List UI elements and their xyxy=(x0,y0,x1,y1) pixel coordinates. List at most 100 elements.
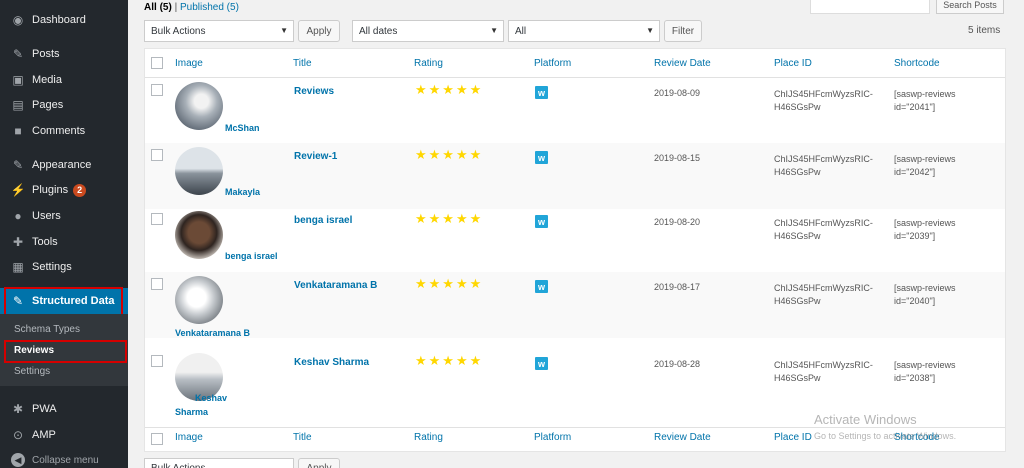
place-id: ChIJS45HFcmWyzsRIC- H46SGsPw xyxy=(774,283,873,306)
pages-icon: ▤ xyxy=(12,98,24,112)
dropdown-arrow-icon: ▼ xyxy=(646,26,654,35)
separator: | xyxy=(174,2,178,13)
shortcode: [saswp-reviews id="2042"] xyxy=(894,154,956,177)
sidebar-item-comments[interactable]: ■ Comments xyxy=(0,119,128,143)
select-all-checkbox[interactable] xyxy=(151,433,163,445)
review-author[interactable]: Venkataramana B xyxy=(175,328,250,338)
sidebar-item-appearance[interactable]: ✎ Appearance xyxy=(0,153,128,177)
platform-icon: w xyxy=(535,215,548,228)
table-row: McShan Reviews ★★★★★ w 2019-08-09 ChIJS4… xyxy=(145,78,1005,144)
collapse-menu-button[interactable]: ◀ Collapse menu xyxy=(0,450,128,468)
activate-windows-watermark: Activate Windows Go to Settings to activ… xyxy=(814,412,956,441)
sidebar-item-label: Users xyxy=(32,210,61,222)
search-input[interactable] xyxy=(810,0,930,14)
dropdown-arrow-icon: ▼ xyxy=(280,26,288,35)
dates-value: All dates xyxy=(359,25,398,37)
avatar xyxy=(175,82,223,130)
admin-sidebar: ◉ Dashboard ✎ Posts ▣ Media ▤ Pages ■ Co… xyxy=(0,0,128,468)
shortcode: [saswp-reviews id="2039"] xyxy=(894,218,956,241)
sidebar-item-settings[interactable]: ▦ Settings xyxy=(0,255,128,279)
review-date: 2019-08-09 xyxy=(654,88,701,98)
column-header-image[interactable]: Image xyxy=(175,49,203,77)
star-rating: ★★★★★ xyxy=(415,353,484,368)
column-header-title[interactable]: Title xyxy=(293,49,312,77)
avatar xyxy=(175,276,223,324)
status-filter-links: All (5) | Published (5) xyxy=(144,2,239,13)
column-footer-image[interactable]: Image xyxy=(175,432,203,443)
filter-published-link[interactable]: Published (5) xyxy=(180,2,239,13)
dates-select[interactable]: All dates ▼ xyxy=(352,20,504,42)
watermark-title: Activate Windows xyxy=(814,412,917,427)
place-id: ChIJS45HFcmWyzsRIC- H46SGsPw xyxy=(774,218,873,241)
review-title-link[interactable]: Venkataramana B xyxy=(294,280,377,291)
watermark-subtitle: Go to Settings to activate Windows. xyxy=(814,431,957,441)
bulk-actions-select[interactable]: Bulk Actions ▼ xyxy=(144,20,294,42)
review-author[interactable]: Sharma xyxy=(175,407,208,417)
place-id: ChIJS45HFcmWyzsRIC- H46SGsPw xyxy=(774,154,873,177)
sidebar-item-label: PWA xyxy=(32,403,57,415)
sidebar-item-pwa[interactable]: ✱ PWA xyxy=(0,397,128,421)
review-date: 2019-08-20 xyxy=(654,217,701,227)
filter-button[interactable]: Filter xyxy=(664,20,702,42)
sidebar-item-users[interactable]: ● Users xyxy=(0,204,128,228)
dropdown-arrow-icon: ▼ xyxy=(490,26,498,35)
column-footer-review-date[interactable]: Review Date xyxy=(654,432,711,443)
column-header-review-date[interactable]: Review Date xyxy=(654,49,711,77)
platform-select[interactable]: All ▼ xyxy=(508,20,660,42)
review-author[interactable]: McShan xyxy=(225,123,260,133)
review-title-link[interactable]: benga israel xyxy=(294,215,352,226)
review-title-link[interactable]: Reviews xyxy=(294,86,334,97)
items-count: 5 items xyxy=(968,25,1001,36)
apply-button-bottom[interactable]: Apply xyxy=(298,458,340,468)
shortcode: [saswp-reviews id="2040"] xyxy=(894,283,956,306)
table-row: Makayla Review-1 ★★★★★ w 2019-08-15 ChIJ… xyxy=(145,143,1005,209)
apply-button[interactable]: Apply xyxy=(298,20,340,42)
filter-all-link[interactable]: All (5) xyxy=(144,2,172,13)
review-author[interactable]: benga israel xyxy=(225,251,278,261)
row-checkbox[interactable] xyxy=(151,213,163,225)
review-author[interactable]: Keshav xyxy=(195,393,227,403)
sidebar-item-pages[interactable]: ▤ Pages xyxy=(0,93,128,117)
row-checkbox[interactable] xyxy=(151,355,163,367)
column-footer-title[interactable]: Title xyxy=(293,432,312,443)
column-header-platform[interactable]: Platform xyxy=(534,49,571,77)
sidebar-item-media[interactable]: ▣ Media xyxy=(0,68,128,92)
place-id: ChIJS45HFcmWyzsRIC- H46SGsPw xyxy=(774,89,873,112)
submenu-item-settings[interactable]: Settings xyxy=(14,366,50,377)
star-rating: ★★★★★ xyxy=(415,211,484,226)
sidebar-item-label: Posts xyxy=(32,48,60,60)
highlight-box xyxy=(4,287,123,317)
review-title-link[interactable]: Keshav Sharma xyxy=(294,357,369,368)
shortcode: [saswp-reviews id="2041"] xyxy=(894,89,956,112)
bulk-actions-select-bottom[interactable]: Bulk Actions xyxy=(144,458,294,468)
search-posts-button[interactable]: Search Posts xyxy=(936,0,1004,14)
column-header-rating[interactable]: Rating xyxy=(414,49,443,77)
column-header-place-id[interactable]: Place ID xyxy=(774,49,812,77)
row-checkbox[interactable] xyxy=(151,84,163,96)
star-rating: ★★★★★ xyxy=(415,82,484,97)
users-icon: ● xyxy=(14,209,22,223)
submenu-item-schema-types[interactable]: Schema Types xyxy=(14,324,80,335)
main-content: All (5) | Published (5) Search Posts Bul… xyxy=(128,0,1024,468)
appearance-icon: ✎ xyxy=(12,158,24,172)
column-footer-rating[interactable]: Rating xyxy=(414,432,443,443)
amp-icon: ⊙ xyxy=(12,428,24,442)
sidebar-item-plugins[interactable]: ⚡ Plugins 2 xyxy=(0,178,128,202)
select-all-checkbox[interactable] xyxy=(151,57,163,69)
review-author[interactable]: Makayla xyxy=(225,187,260,197)
review-date: 2019-08-15 xyxy=(654,153,701,163)
column-header-shortcode[interactable]: Shortcode xyxy=(894,49,940,77)
column-footer-platform[interactable]: Platform xyxy=(534,432,571,443)
sidebar-item-amp[interactable]: ⊙ AMP xyxy=(0,423,128,447)
sidebar-item-posts[interactable]: ✎ Posts xyxy=(0,42,128,66)
sidebar-item-dashboard[interactable]: ◉ Dashboard xyxy=(0,8,128,32)
place-id: ChIJS45HFcmWyzsRIC- H46SGsPw xyxy=(774,360,873,383)
sidebar-item-tools[interactable]: ✚ Tools xyxy=(0,230,128,254)
row-checkbox[interactable] xyxy=(151,149,163,161)
column-footer-place-id[interactable]: Place ID xyxy=(774,432,812,443)
shortcode: [saswp-reviews id="2038"] xyxy=(894,360,956,383)
table-row: Venkataramana B Venkataramana B ★★★★★ w … xyxy=(145,272,1005,338)
sidebar-item-label: Plugins xyxy=(32,184,69,196)
row-checkbox[interactable] xyxy=(151,278,163,290)
review-title-link[interactable]: Review-1 xyxy=(294,151,337,162)
